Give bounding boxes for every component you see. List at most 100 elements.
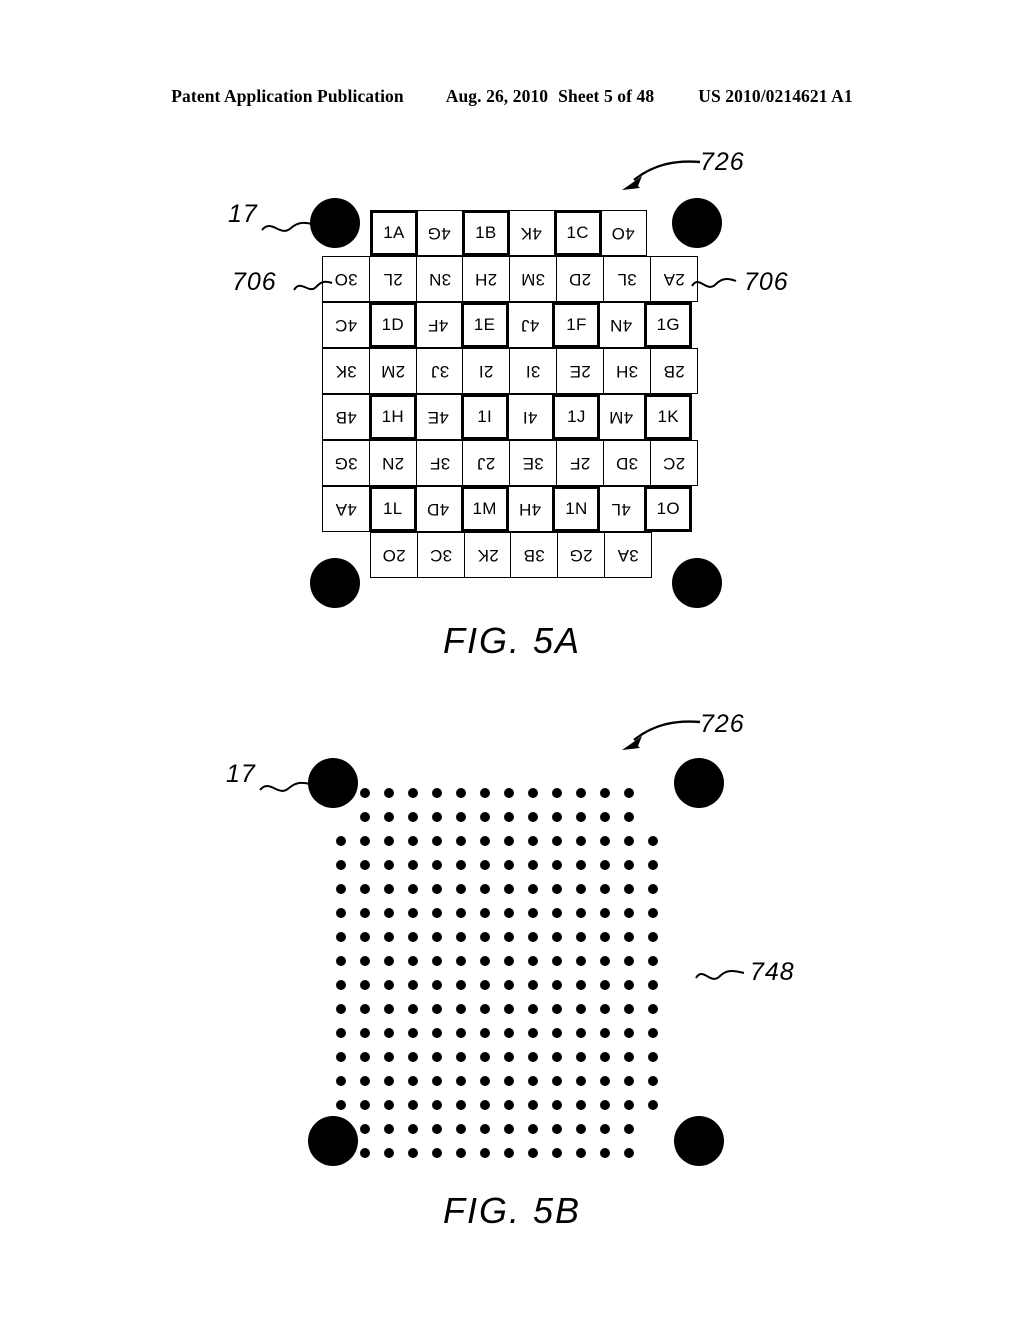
label-17: 17	[228, 200, 258, 228]
printed-dot	[432, 1028, 442, 1038]
printed-dot	[600, 788, 610, 798]
printed-dot	[576, 1028, 586, 1038]
printed-dot	[576, 884, 586, 894]
tag-cell: 1J	[552, 394, 601, 440]
tag-cell: 1L	[368, 486, 417, 532]
printed-dot	[528, 1076, 538, 1086]
arrow-line-726	[622, 160, 701, 190]
printed-dot	[576, 980, 586, 990]
printed-dot	[624, 1148, 634, 1158]
printed-dot	[648, 980, 658, 990]
tag-cell: 2I	[462, 348, 511, 394]
leader-line-706-right	[691, 278, 737, 288]
printed-dot	[648, 884, 658, 894]
printed-dot	[528, 1028, 538, 1038]
printed-dot	[456, 1028, 466, 1038]
tag-cell: 1F	[552, 302, 601, 348]
printed-dot	[432, 788, 442, 798]
tag-cell: 2N	[368, 440, 417, 486]
printed-dot	[624, 788, 634, 798]
printed-dot	[408, 1004, 418, 1014]
printed-dot	[504, 1148, 514, 1158]
printed-dot	[552, 932, 562, 942]
tag-cell: 1B	[461, 210, 510, 256]
printed-dot	[384, 1124, 394, 1134]
printed-dot	[408, 980, 418, 990]
tag-cell: 2O	[370, 532, 418, 578]
printed-dot	[480, 1052, 490, 1062]
printed-dot	[528, 956, 538, 966]
printed-dot	[432, 908, 442, 918]
printed-dot	[552, 1052, 562, 1062]
printed-dot	[600, 1028, 610, 1038]
header-doc-number: US 2010/0214621 A1	[698, 86, 853, 106]
printed-dot	[600, 1148, 610, 1158]
printed-dot	[336, 884, 346, 894]
tag-grid-row: 4B 1H 4E 1I 4I 1J 4M 1K	[322, 394, 697, 440]
dot-row	[336, 908, 672, 918]
tag-cell: 1N	[552, 486, 601, 532]
leader-line-17	[259, 781, 311, 792]
printed-dot	[552, 908, 562, 918]
printed-dot	[504, 956, 514, 966]
printed-dot	[600, 884, 610, 894]
printed-dot	[456, 860, 466, 870]
tag-cell: 4G	[415, 210, 463, 256]
printed-dot	[552, 884, 562, 894]
printed-dot	[384, 1052, 394, 1062]
printed-dot	[336, 1028, 346, 1038]
printed-dot	[552, 812, 562, 822]
printed-dot	[600, 836, 610, 846]
dot-row	[336, 932, 672, 942]
tag-cell: 4F	[413, 302, 462, 348]
tag-cell: 4M	[597, 394, 646, 440]
printed-dot	[408, 860, 418, 870]
tag-cell: 3C	[416, 532, 465, 578]
printed-dot	[456, 1100, 466, 1110]
tag-cell: 2M	[368, 348, 417, 394]
printed-dot	[624, 956, 634, 966]
printed-dot	[384, 1076, 394, 1086]
printed-dot	[360, 956, 370, 966]
printed-dot	[336, 932, 346, 942]
printed-dot	[648, 956, 658, 966]
printed-dot	[432, 860, 442, 870]
printed-dot	[360, 1004, 370, 1014]
printed-dot	[408, 836, 418, 846]
printed-dot	[360, 812, 370, 822]
printed-dot	[360, 860, 370, 870]
tag-cell: 4O	[598, 210, 647, 256]
printed-dot	[552, 1100, 562, 1110]
printed-dot	[648, 932, 658, 942]
tag-cell: 4H	[505, 486, 554, 532]
label-726: 726	[700, 710, 745, 738]
printed-dot	[504, 1004, 514, 1014]
figure-5a-caption: FIG. 5A	[442, 620, 582, 661]
tag-cell: 2G	[557, 532, 606, 578]
corner-alignment-dot-bottom-right	[674, 1116, 724, 1166]
printed-dot	[504, 1124, 514, 1134]
printed-dot	[456, 788, 466, 798]
printed-dot	[528, 1124, 538, 1134]
tag-cell: 2H	[462, 256, 511, 302]
printed-dot	[504, 860, 514, 870]
leader-line-706-left	[293, 280, 333, 291]
printed-dot	[408, 1052, 418, 1062]
printed-dot	[576, 932, 586, 942]
printed-dot	[648, 908, 658, 918]
printed-dot	[384, 836, 394, 846]
tag-cell: 4E	[413, 394, 462, 440]
printed-dot	[384, 908, 394, 918]
printed-dot	[384, 1004, 394, 1014]
printed-dot	[480, 1028, 490, 1038]
printed-dot	[360, 1100, 370, 1110]
printed-dot	[408, 1028, 418, 1038]
printed-dot	[336, 1052, 346, 1062]
printed-dot	[576, 1052, 586, 1062]
tag-grid-row: 3G 2N 3F 2J 3E 2F 3D 2C	[322, 440, 698, 486]
tag-cell: 1O	[644, 486, 693, 532]
tag-cell: 2K	[463, 532, 512, 578]
printed-dot	[384, 812, 394, 822]
tag-cell: 1H	[368, 394, 417, 440]
printed-dot	[432, 812, 442, 822]
